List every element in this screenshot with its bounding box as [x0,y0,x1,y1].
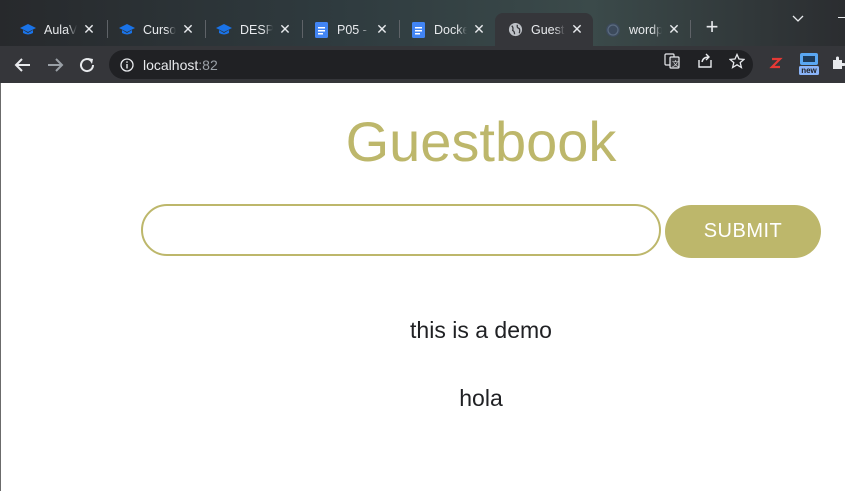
close-tab-icon[interactable]: ✕ [277,21,293,38]
entries-list: this is a demo hola [1,315,845,451]
info-icon[interactable] [120,57,134,72]
close-tab-icon[interactable]: ✕ [471,21,487,38]
page-title: Guestbook [345,110,617,173]
tab-despl[interactable]: DESPL ✕ [204,13,301,46]
graduation-cap-icon [20,22,36,38]
close-tab-icon[interactable]: ✕ [666,21,682,38]
google-docs-icon [313,21,329,38]
close-tab-icon[interactable]: ✕ [374,21,390,38]
page-viewport: Guestbook SUBMIT this is a demo hola [0,83,845,491]
url-text: localhost:82 [143,57,218,73]
svg-text:文: 文 [672,59,679,68]
tab-docker[interactable]: Docke ✕ [398,13,495,46]
tab-strip: AulaVi ✕ Cursos ✕ DESPL ✕ P05 - I ✕ Dock… [0,0,845,46]
list-item: this is a demo [410,317,552,343]
url-port: :82 [198,56,218,73]
wordpress-icon [605,22,621,38]
graduation-cap-icon [216,22,232,38]
tab-p05[interactable]: P05 - I ✕ [301,13,398,46]
close-tab-icon[interactable]: ✕ [81,21,97,38]
bookmark-star-icon[interactable] [729,53,745,69]
globe-icon [507,22,523,38]
address-bar[interactable]: localhost:82 [109,50,753,79]
chevron-down-icon[interactable] [790,10,806,26]
extension-red-icon[interactable] [767,54,785,72]
close-tab-icon[interactable]: ✕ [569,21,585,38]
extension-new-icon[interactable]: new [798,52,820,76]
forward-arrow-icon[interactable] [44,54,66,76]
new-tab-button[interactable]: + [701,16,723,39]
tab-separator [690,20,691,38]
guestbook-entry-input[interactable] [141,204,661,256]
extensions-puzzle-icon[interactable] [829,54,845,72]
minimize-icon[interactable] [838,17,845,18]
graduation-cap-icon [119,22,135,38]
share-icon[interactable] [697,53,713,69]
url-host: localhost [143,56,199,73]
tab-wordpress[interactable]: wordp ✕ [593,13,690,46]
reload-icon[interactable] [76,54,98,76]
translate-icon[interactable]: 文 [664,53,680,69]
tab-guestbook[interactable]: Guestl ✕ [495,13,593,46]
close-tab-icon[interactable]: ✕ [180,21,196,38]
list-item: hola [459,385,503,411]
extension-new-badge: new [801,66,817,75]
browser-toolbar: localhost:82 文 new [0,46,845,83]
back-arrow-icon[interactable] [12,54,34,76]
google-docs-icon [410,21,426,38]
tab-aulavirtual[interactable]: AulaVi ✕ [8,13,105,46]
tab-cursos[interactable]: Cursos ✕ [107,13,204,46]
submit-button[interactable]: SUBMIT [665,205,821,258]
